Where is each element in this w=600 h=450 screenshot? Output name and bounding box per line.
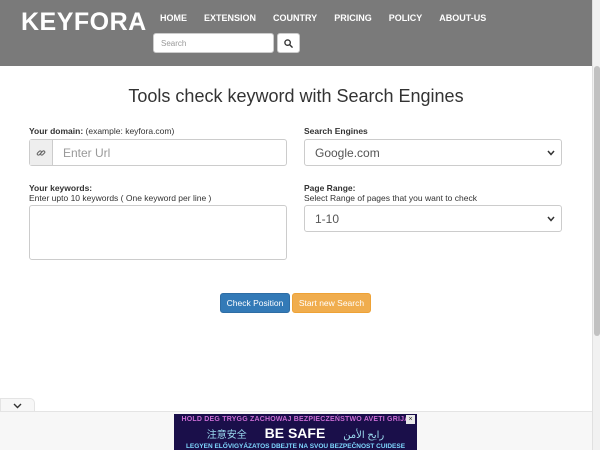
ad-banner[interactable]: HOLD DEG TRYGG ZACHOWAJ BEZPIECZEŃSTWO A… xyxy=(174,414,417,450)
page-title: Tools check keyword with Search Engines xyxy=(128,86,464,106)
chevron-down-icon xyxy=(547,216,555,222)
keywords-textarea[interactable] xyxy=(29,205,287,260)
keywords-label: Your keywords: xyxy=(29,183,92,193)
domain-input-group xyxy=(29,139,287,166)
search-engine-selected: Google.com xyxy=(315,145,380,160)
start-new-search-button[interactable]: Start new Search xyxy=(292,293,371,313)
top-navbar: KEYFORA HOME EXTENSION COUNTRY PRICING P… xyxy=(0,0,592,66)
nav-item-extension[interactable]: EXTENSION xyxy=(204,13,256,23)
ad-main-text: BE SAFE xyxy=(264,425,326,441)
domain-label-text: Your domain: xyxy=(29,126,84,136)
link-icon-addon xyxy=(30,140,53,165)
nav-item-policy[interactable]: POLICY xyxy=(389,13,423,23)
scrollbar-thumb[interactable] xyxy=(594,66,600,336)
search-icon xyxy=(284,38,293,48)
page-range-label-text: Page Range: xyxy=(304,183,356,193)
ad-line-top: HOLD DEG TRYGG ZACHOWAJ BEZPIECZEŃSTWO A… xyxy=(181,416,410,423)
nav-item-home[interactable]: HOME xyxy=(160,13,187,23)
ad-line-bottom: LEGYEN ELŐVIGYÁZATOS DBEJTE NA SVOU BEZP… xyxy=(185,443,406,450)
ad-line-main: 注意安全 BE SAFE رايح الأمن xyxy=(174,425,417,441)
nav-item-about-us[interactable]: ABOUT-US xyxy=(439,13,486,23)
chevron-down-icon xyxy=(13,403,22,408)
domain-hint: (example: keyfora.com) xyxy=(83,126,175,136)
ad-left-text: 注意安全 xyxy=(206,430,247,441)
keywords-label-text: Your keywords: xyxy=(29,183,93,193)
page-range-selected: 1-10 xyxy=(315,211,340,226)
search-input[interactable] xyxy=(153,33,274,53)
nav-item-pricing[interactable]: PRICING xyxy=(334,13,372,23)
check-position-button[interactable]: Check Position xyxy=(220,293,290,313)
ad-collapse-toggle[interactable] xyxy=(0,398,35,412)
search-engines-label: Search Engines xyxy=(304,126,368,136)
search-button[interactable] xyxy=(277,33,300,53)
keywords-sublabel: Enter upto 10 keywords ( One keyword per… xyxy=(29,193,212,203)
domain-label: Your domain: (example: keyfora.com) xyxy=(29,126,174,136)
page-scrollbar[interactable] xyxy=(592,0,600,450)
ad-close-icon[interactable]: × xyxy=(406,415,415,424)
page-range-label: Page Range: xyxy=(304,183,356,193)
search-engine-select[interactable]: Google.com xyxy=(304,139,562,166)
ad-right-text: رايح الأمن xyxy=(343,430,385,441)
nav-menu: HOME EXTENSION COUNTRY PRICING POLICY AB… xyxy=(160,13,503,23)
chevron-down-icon xyxy=(547,150,555,156)
link-icon xyxy=(36,149,46,156)
search-engines-label-text: Search Engines xyxy=(304,126,368,136)
nav-item-country[interactable]: COUNTRY xyxy=(273,13,317,23)
domain-url-input[interactable] xyxy=(53,140,286,165)
page-range-select[interactable]: 1-10 xyxy=(304,205,562,232)
page-range-sublabel: Select Range of pages that you want to c… xyxy=(304,193,477,203)
brand-logo[interactable]: KEYFORA xyxy=(21,8,147,37)
